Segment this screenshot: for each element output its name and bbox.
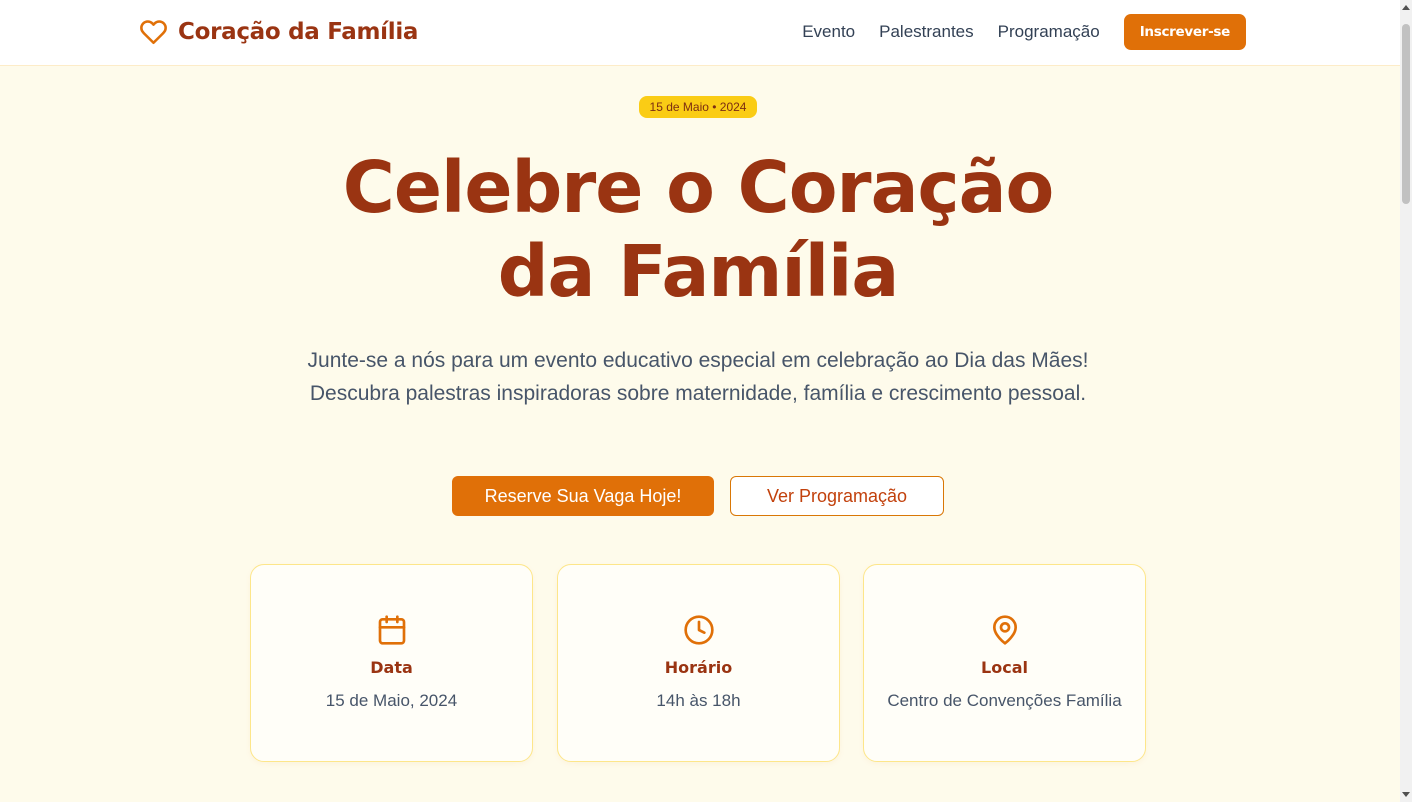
calendar-icon — [378, 615, 405, 645]
info-card-value: 15 de Maio, 2024 — [325, 691, 458, 710]
info-card-title: Horário — [664, 658, 733, 677]
scroll-down-icon[interactable] — [1402, 792, 1410, 797]
page-scrollbar[interactable] — [1400, 0, 1412, 802]
nav-link-programacao[interactable]: Programação — [998, 22, 1100, 42]
scrollbar-thumb[interactable] — [1402, 24, 1410, 204]
view-schedule-button[interactable]: Ver Programação — [730, 476, 944, 516]
info-card-time: Horário 14h às 18h — [557, 564, 840, 762]
info-card-title: Data — [370, 658, 413, 677]
reserve-spot-button[interactable]: Reserve Sua Vaga Hoje! — [452, 476, 714, 516]
map-pin-icon — [992, 615, 1017, 645]
heart-icon — [140, 20, 167, 45]
nav-link-palestrantes[interactable]: Palestrantes — [879, 22, 974, 42]
info-card-location: Local Centro de Convenções Família — [863, 564, 1146, 762]
signup-button[interactable]: Inscrever-se — [1123, 14, 1246, 50]
clock-icon — [683, 615, 714, 645]
info-card-value: Centro de Convenções Família — [887, 691, 1122, 710]
date-badge: 15 de Maio • 2024 — [639, 96, 757, 118]
main-nav: Evento Palestrantes Programação Inscreve… — [802, 14, 1246, 50]
hero-title: Celebre o Coração da Família — [250, 146, 1146, 314]
scroll-up-icon[interactable] — [1402, 5, 1410, 10]
info-card-value: 14h às 18h — [656, 691, 741, 710]
site-header: Coração da Família Evento Palestrantes P… — [0, 0, 1400, 66]
info-card-date: Data 15 de Maio, 2024 — [250, 564, 533, 762]
info-card-title: Local — [981, 658, 1028, 677]
hero-subtitle: Junte-se a nós para um evento educativo … — [307, 349, 1089, 405]
nav-link-evento[interactable]: Evento — [802, 22, 855, 42]
hero-title-line-2: da Família — [497, 230, 900, 313]
brand-logo[interactable]: Coração da Família — [138, 16, 418, 48]
brand-name: Coração da Família — [178, 19, 419, 45]
hero-title-line-1: Celebre o Coração — [342, 146, 1055, 229]
